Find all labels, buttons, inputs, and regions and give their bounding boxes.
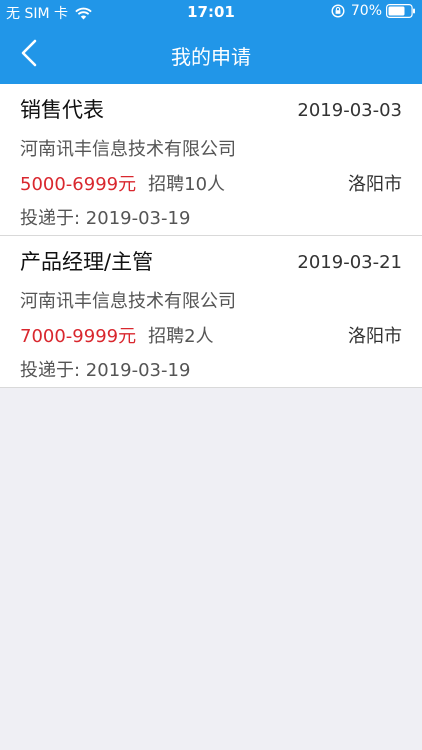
page-title: 我的申请 — [171, 45, 251, 69]
job-title: 销售代表 — [20, 98, 104, 122]
application-item[interactable]: 产品经理/主管 2019-03-21 河南讯丰信息技术有限公司 7000-999… — [0, 236, 422, 388]
job-city: 洛阳市 — [348, 326, 402, 347]
status-bar: 无 SIM 卡 17:01 70% — [0, 0, 422, 24]
company-name: 河南讯丰信息技术有限公司 — [20, 139, 236, 160]
headcount: 招聘2人 — [148, 326, 214, 347]
salary: 5000-6999元 — [20, 174, 137, 195]
application-list: 销售代表 2019-03-03 河南讯丰信息技术有限公司 5000-6999元招… — [0, 84, 422, 388]
applied-date: 投递于: 2019-03-19 — [20, 360, 191, 381]
status-right: 70% — [331, 3, 416, 19]
job-title: 产品经理/主管 — [20, 250, 154, 274]
company-name: 河南讯丰信息技术有限公司 — [20, 291, 236, 312]
job-title-row: 销售代表 2019-03-03 — [20, 94, 402, 124]
applied-date: 投递于: 2019-03-19 — [20, 208, 191, 229]
job-date: 2019-03-21 — [297, 252, 402, 273]
orientation-lock-icon — [331, 4, 345, 18]
salary-row: 5000-6999元 招聘10人 洛阳市 — [20, 170, 402, 196]
job-city: 洛阳市 — [348, 174, 402, 195]
battery-icon — [386, 4, 415, 18]
job-date: 2019-03-03 — [297, 100, 402, 121]
salary: 7000-9999元 — [20, 326, 137, 347]
nav-bar: 我的申请 — [0, 24, 422, 84]
application-item[interactable]: 销售代表 2019-03-03 河南讯丰信息技术有限公司 5000-6999元招… — [0, 84, 422, 236]
header: 无 SIM 卡 17:01 70% 我的申请 — [0, 0, 422, 84]
job-title-row: 产品经理/主管 2019-03-21 — [20, 246, 402, 276]
headcount: 招聘10人 — [148, 174, 226, 195]
salary-row: 7000-9999元 招聘2人 洛阳市 — [20, 322, 402, 348]
battery-percent: 70% — [350, 3, 382, 19]
